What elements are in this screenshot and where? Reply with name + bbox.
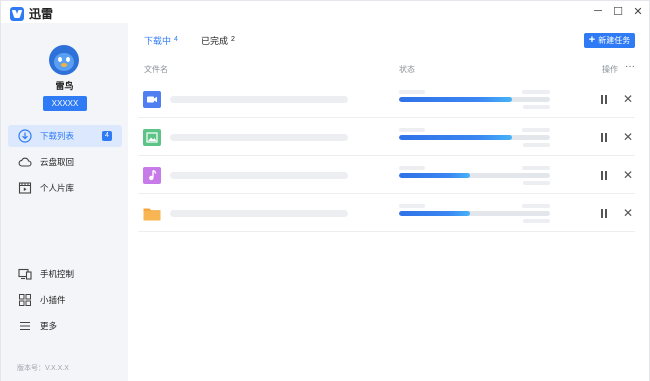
download-progress-bar (399, 173, 550, 178)
avatar-eye-right (66, 57, 70, 62)
status-text-placeholder (399, 204, 425, 208)
sidebar-item-personal-library[interactable]: 个人片库 (8, 177, 122, 199)
delete-icon[interactable]: ✕ (622, 93, 634, 105)
version-label: 版本号：V.X.X.X (17, 365, 69, 372)
progress-fill (399, 211, 470, 216)
sidebar-item-cloud-retrieve[interactable]: 云盘取回 (8, 151, 122, 173)
sidebar-item-plugins[interactable]: 小插件 (8, 289, 122, 311)
app-window: 迅雷 ─ ☐ ✕ 雷鸟 XXXXX 下载列表 4 云盘取回 个人片库 手机控制 … (0, 0, 650, 381)
close-button[interactable]: ✕ (631, 4, 645, 18)
app-logo: 迅雷 (10, 5, 53, 22)
tab-count: 4 (174, 36, 178, 43)
delete-icon[interactable]: ✕ (622, 169, 634, 181)
thunder-logo-icon (10, 6, 24, 21)
tab-completed[interactable]: 已完成 2 (201, 34, 235, 47)
image-file-icon (143, 129, 161, 146)
app-title: 迅雷 (29, 7, 54, 21)
minimize-button[interactable]: ─ (591, 4, 605, 18)
table-row[interactable]: ✕ (138, 195, 635, 232)
status-text-placeholder (522, 166, 550, 170)
pause-icon[interactable] (600, 133, 608, 142)
video-file-icon (143, 91, 161, 108)
progress-fill (399, 97, 513, 102)
filename-placeholder (170, 96, 348, 103)
table-row[interactable]: ✕ (138, 157, 635, 194)
column-header-actions: 操作 (602, 65, 618, 74)
main-panel: 下载中 4 已完成 2 + 新建任务 文件名 状态 操作 ··· ✕ ✕ ✕ ✕ (128, 23, 649, 381)
folder-icon (143, 205, 161, 222)
status-text-placeholder (523, 143, 550, 147)
status-text-placeholder (399, 166, 425, 170)
phone-icon (18, 267, 32, 281)
sidebar-item-label: 云盘取回 (40, 157, 75, 167)
avatar-beak (61, 63, 67, 67)
tab-label: 已完成 (201, 36, 229, 46)
progress-fill (399, 135, 513, 140)
menu-icon (18, 319, 32, 333)
sidebar-item-label: 手机控制 (40, 269, 75, 279)
table-row[interactable]: ✕ (138, 81, 635, 118)
status-text-placeholder (522, 90, 550, 94)
column-header-status: 状态 (399, 65, 415, 74)
download-progress-bar (399, 135, 550, 140)
pause-icon[interactable] (600, 171, 608, 180)
tab-downloading[interactable]: 下载中 4 (144, 34, 178, 47)
tab-label: 下载中 (144, 36, 172, 46)
filename-placeholder (170, 210, 348, 217)
status-text-placeholder (522, 204, 550, 208)
table-row[interactable]: ✕ (138, 119, 635, 156)
download-progress-bar (399, 211, 550, 216)
sidebar: 雷鸟 XXXXX 下载列表 4 云盘取回 个人片库 手机控制 小插件 更多 版本… (1, 23, 128, 381)
status-text-placeholder (523, 181, 550, 185)
plugin-grid-icon (18, 293, 32, 307)
more-options-icon[interactable]: ··· (625, 61, 635, 72)
sidebar-item-label: 个人片库 (40, 183, 75, 193)
filename-placeholder (170, 134, 348, 141)
status-text-placeholder (522, 128, 550, 132)
status-text-placeholder (523, 219, 550, 223)
user-name: 雷鸟 (55, 81, 74, 91)
filename-placeholder (170, 172, 348, 179)
bird-face (54, 53, 74, 71)
cloud-icon (18, 155, 32, 169)
tab-count: 2 (231, 36, 235, 43)
sidebar-item-more[interactable]: 更多 (8, 315, 122, 337)
user-badge[interactable]: XXXXX (43, 96, 87, 111)
new-task-label: 新建任务 (598, 36, 631, 45)
status-text-placeholder (399, 128, 425, 132)
maximize-button[interactable]: ☐ (611, 4, 625, 18)
sidebar-item-download-list[interactable]: 下载列表 4 (8, 125, 122, 147)
sidebar-item-phone-control[interactable]: 手机控制 (8, 263, 122, 285)
download-count-badge: 4 (102, 131, 112, 141)
music-file-icon (143, 167, 161, 184)
pause-icon[interactable] (600, 95, 608, 104)
avatar[interactable] (49, 45, 79, 75)
film-icon (18, 181, 32, 195)
progress-fill (399, 173, 470, 178)
new-task-button[interactable]: + 新建任务 (584, 33, 635, 48)
avatar-eye-left (58, 57, 62, 62)
status-text-placeholder (523, 105, 550, 109)
sidebar-item-label: 下载列表 (40, 131, 75, 141)
column-header-filename: 文件名 (144, 65, 168, 74)
title-bar: 迅雷 ─ ☐ ✕ (1, 1, 649, 23)
download-icon (18, 129, 32, 143)
delete-icon[interactable]: ✕ (622, 131, 634, 143)
sidebar-item-label: 更多 (40, 321, 58, 331)
plus-icon: + (588, 34, 596, 46)
download-progress-bar (399, 97, 550, 102)
sidebar-item-label: 小插件 (40, 295, 66, 305)
pause-icon[interactable] (600, 209, 608, 218)
delete-icon[interactable]: ✕ (622, 207, 634, 219)
status-text-placeholder (399, 90, 425, 94)
